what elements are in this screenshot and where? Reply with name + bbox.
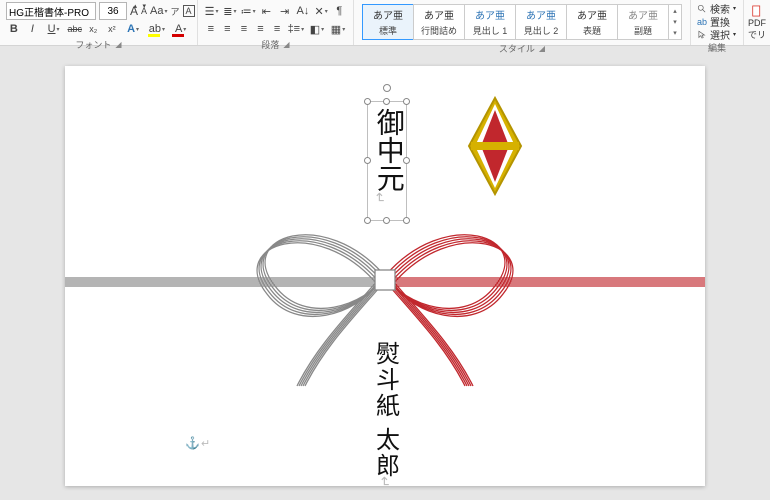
styles-gallery-more[interactable]: ▴▾▾: [668, 4, 682, 40]
font-dialog-launcher[interactable]: ◢: [115, 40, 121, 49]
replace-icon: ab: [697, 17, 707, 27]
align-left-button[interactable]: ≡: [204, 20, 218, 38]
sort-button[interactable]: A↓: [295, 2, 310, 20]
italic-button[interactable]: I: [25, 20, 41, 38]
bold-button[interactable]: B: [6, 20, 22, 38]
borders-button[interactable]: ▦▾: [329, 20, 347, 38]
align-right-button[interactable]: ≡: [237, 20, 251, 38]
document-canvas[interactable]: 御中元 ↵ 熨斗紙 太郎 ↵ ⚓ ↵: [0, 46, 770, 500]
paragraph-group: ☰▾ ≣▾ ≔▾ ⇤ ⇥ A↓ ✕▾ ¶ ≡ ≡ ≡ ≡ ≡ ‡≡▾ ◧▾ ▦▾…: [198, 0, 354, 45]
pdf-icon: [748, 4, 766, 18]
phonetic-guide-button[interactable]: ア: [171, 2, 180, 20]
rotate-handle[interactable]: [383, 84, 391, 92]
styles-group: あア亜標準 あア亜行間詰め あア亜見出し 1 あア亜見出し 2 あア亜表題 あア…: [354, 0, 691, 45]
paragraph-dialog-launcher[interactable]: ◢: [283, 40, 289, 49]
editing-group-label: 編集: [708, 41, 726, 54]
font-color-button[interactable]: A▾: [170, 20, 191, 38]
sender-name-text[interactable]: 熨斗紙 太郎: [368, 341, 403, 479]
styles-dialog-launcher[interactable]: ◢: [539, 44, 545, 53]
paragraph-mark-icon: ↵: [201, 437, 210, 450]
title-text[interactable]: 御中元: [372, 108, 403, 192]
highlight-button[interactable]: ab▾: [146, 20, 167, 38]
asian-layout-button[interactable]: ✕▾: [314, 2, 329, 20]
justify-button[interactable]: ≡: [254, 20, 268, 38]
char-border-button[interactable]: A: [183, 2, 195, 20]
text-effects-button[interactable]: A▾: [123, 20, 144, 38]
page[interactable]: 御中元 ↵ 熨斗紙 太郎 ↵ ⚓ ↵: [65, 66, 705, 486]
grow-font-button[interactable]: A▴: [130, 2, 138, 20]
paragraph-mark-icon: ↵: [377, 476, 393, 488]
increase-indent-button[interactable]: ⇥: [277, 2, 292, 20]
font-group: A▴ A▾ Aa▾ ア A B I U▾ abc x₂ x² A▾ ab▾ A▾…: [0, 0, 198, 45]
styles-group-label: スタイル: [499, 42, 535, 55]
distribute-button[interactable]: ≡: [270, 20, 284, 38]
strikethrough-button[interactable]: abc: [67, 20, 83, 38]
title-textbox[interactable]: 御中元 ↵: [367, 101, 407, 221]
select-button[interactable]: 選択▾: [697, 28, 737, 41]
cursor-icon: [697, 30, 707, 40]
ribbon: A▴ A▾ Aa▾ ア A B I U▾ abc x₂ x² A▾ ab▾ A▾…: [0, 0, 770, 46]
underline-button[interactable]: U▾: [43, 20, 64, 38]
superscript-button[interactable]: x²: [104, 20, 120, 38]
decrease-indent-button[interactable]: ⇤: [259, 2, 274, 20]
bullets-button[interactable]: ☰▾: [204, 2, 219, 20]
shrink-font-button[interactable]: A▾: [141, 2, 147, 20]
pdf-addin-button[interactable]: PDF でリ: [744, 0, 770, 45]
anchor-icon: ⚓: [185, 436, 200, 450]
multilevel-list-button[interactable]: ≔▾: [241, 2, 256, 20]
style-item-nospacing[interactable]: あア亜行間詰め: [413, 4, 465, 40]
style-item-heading1[interactable]: あア亜見出し 1: [464, 4, 516, 40]
font-name-combo[interactable]: [6, 2, 96, 20]
style-item-subtitle[interactable]: あア亜副題: [617, 4, 669, 40]
editing-group: 検索▾ ab置換 選択▾ 編集: [691, 0, 744, 45]
style-item-normal[interactable]: あア亜標準: [362, 4, 414, 40]
show-marks-button[interactable]: ¶: [332, 2, 347, 20]
font-size-combo[interactable]: [99, 2, 127, 20]
align-center-button[interactable]: ≡: [221, 20, 235, 38]
shading-button[interactable]: ◧▾: [308, 20, 326, 38]
paragraph-group-label: 段落: [261, 38, 279, 51]
style-item-title[interactable]: あア亜表題: [566, 4, 618, 40]
search-icon: [697, 4, 707, 14]
line-spacing-button[interactable]: ‡≡▾: [287, 20, 305, 38]
change-case-button[interactable]: Aa▾: [150, 2, 167, 20]
subscript-button[interactable]: x₂: [86, 20, 102, 38]
style-item-heading2[interactable]: あア亜見出し 2: [515, 4, 567, 40]
noshi-ornament: [465, 96, 525, 206]
styles-gallery: あア亜標準 あア亜行間詰め あア亜見出し 1 あア亜見出し 2 あア亜表題 あア…: [360, 2, 684, 42]
paragraph-mark-icon: ↵: [372, 192, 388, 204]
font-group-label: フォント: [75, 38, 111, 51]
numbering-button[interactable]: ≣▾: [222, 2, 237, 20]
